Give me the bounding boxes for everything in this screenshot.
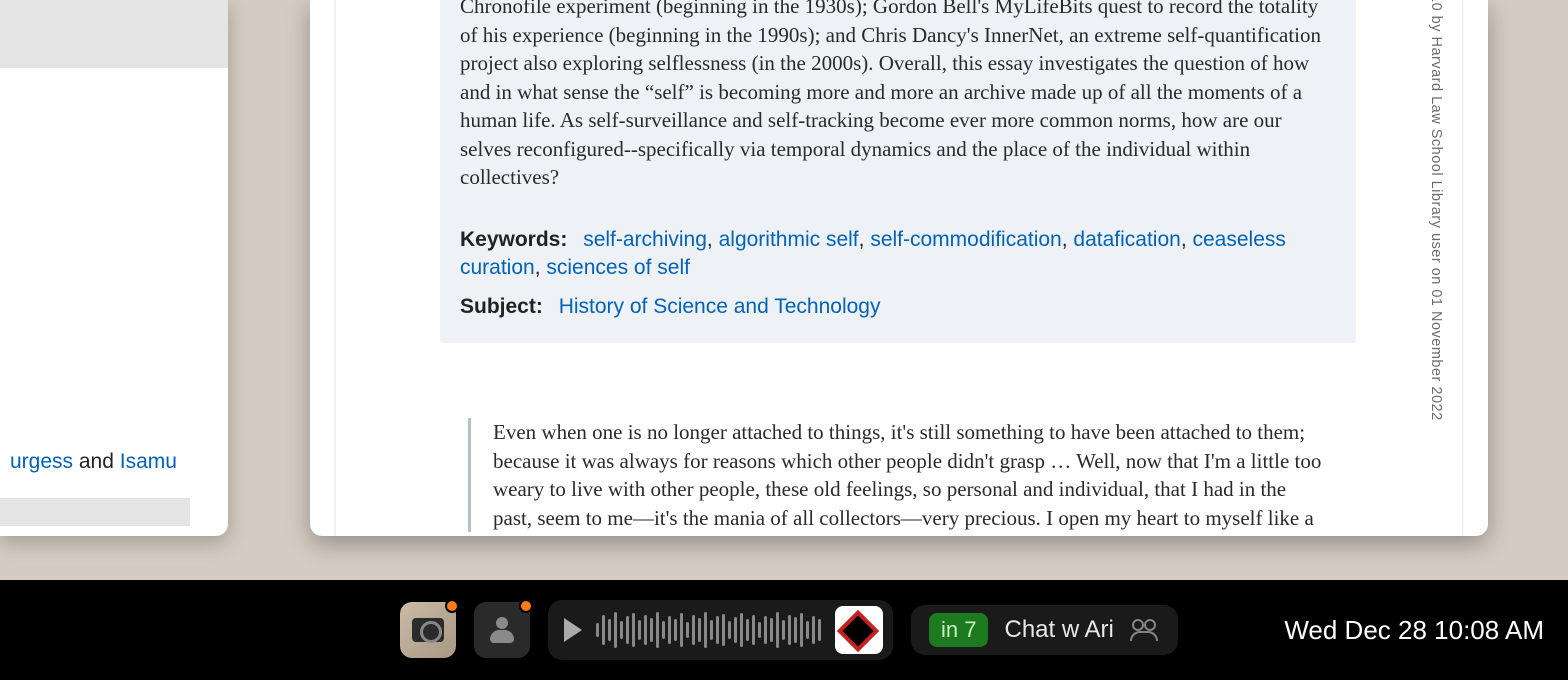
separator: , [1062, 228, 1074, 251]
subject-link[interactable]: History of Science and Technology [559, 295, 881, 318]
left-list [0, 0, 228, 340]
camera-icon [412, 618, 444, 642]
separator: , [1181, 228, 1193, 251]
event-countdown-badge: in 7 [929, 613, 988, 647]
background-window: urgess and Isamu [0, 0, 228, 536]
list-item [0, 204, 228, 272]
list-item [0, 498, 190, 526]
abstract-text: Chronofile experiment (beginning in the … [460, 0, 1336, 192]
app-tile-contact[interactable] [474, 602, 530, 658]
waveform-icon[interactable] [596, 610, 821, 650]
list-item [0, 272, 228, 340]
media-player[interactable] [548, 600, 893, 660]
separator: , [859, 228, 871, 251]
text: and [73, 450, 120, 473]
sidebar-authors: urgess and Isamu [0, 436, 190, 488]
author-link[interactable]: Isamu [120, 450, 177, 473]
subject-label: Subject: [460, 295, 543, 318]
list-item [0, 0, 228, 68]
keyword-link[interactable]: sciences of self [546, 256, 690, 279]
person-icon [489, 617, 515, 643]
keyword-link[interactable]: self-archiving [583, 228, 707, 251]
blockquote: Even when one is no longer attached to t… [468, 418, 1328, 532]
keywords-row: Keywords: self-archiving, algorithmic se… [460, 226, 1336, 283]
play-icon[interactable] [564, 618, 582, 642]
notification-dot-icon [445, 599, 459, 613]
people-icon [1130, 619, 1160, 641]
calendar-event[interactable]: in 7 Chat w Ari [911, 605, 1178, 655]
app-tile-photo[interactable] [400, 602, 456, 658]
separator: , [707, 228, 719, 251]
taskbar: in 7 Chat w Ari Wed Dec 28 10:08 AM [0, 580, 1568, 680]
list-item [0, 68, 228, 136]
event-title: Chat w Ari [1004, 616, 1113, 644]
keyword-link[interactable]: algorithmic self [719, 228, 859, 251]
separator: , [535, 256, 547, 279]
keyword-link[interactable]: datafication [1073, 228, 1180, 251]
author-link[interactable]: urgess [10, 450, 73, 473]
download-watermark: 10 by Harvard Law School Library user on… [1424, 0, 1444, 424]
keywords-label: Keywords: [460, 228, 567, 251]
album-art[interactable] [835, 606, 883, 654]
subject-row: Subject: History of Science and Technolo… [460, 293, 1336, 322]
abstract-box: Chronofile experiment (beginning in the … [440, 0, 1356, 343]
keyword-link[interactable]: self-commodification [870, 228, 1061, 251]
list-item [0, 136, 228, 204]
document-window[interactable]: Chronofile experiment (beginning in the … [310, 0, 1488, 536]
clock[interactable]: Wed Dec 28 10:08 AM [1284, 615, 1544, 646]
document-page: Chronofile experiment (beginning in the … [336, 0, 1462, 536]
notification-dot-icon [519, 599, 533, 613]
